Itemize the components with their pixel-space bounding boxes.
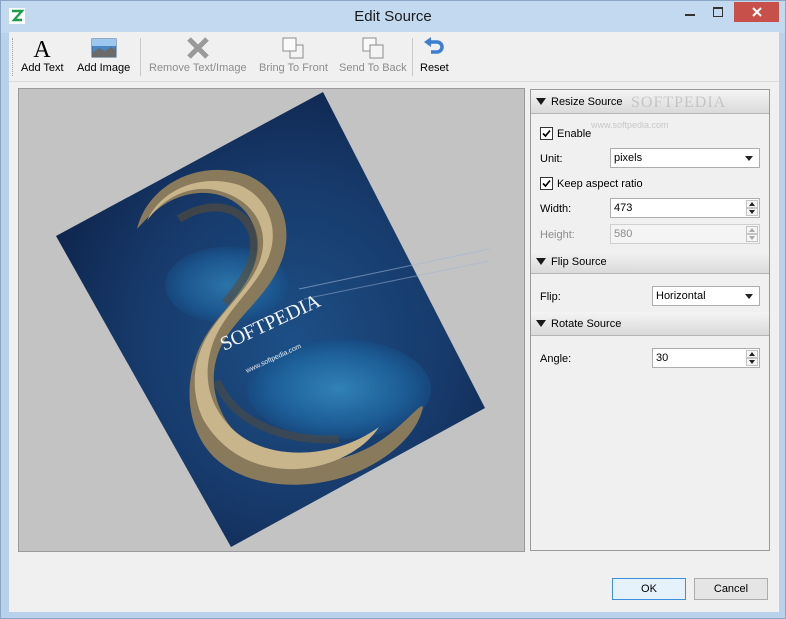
width-label: Width: [540, 203, 572, 215]
add-text-label: Add Text [21, 62, 64, 74]
svg-text:A: A [34, 37, 52, 61]
width-spinbox[interactable]: 473 [610, 198, 760, 218]
spin-down-icon[interactable] [746, 234, 758, 242]
bring-to-front-label: Bring To Front [259, 62, 328, 74]
checkmark-icon [542, 179, 551, 188]
height-value: 580 [614, 228, 633, 240]
undo-icon [424, 37, 445, 54]
spin-up-icon[interactable] [746, 350, 758, 358]
minimize-icon [685, 14, 695, 16]
spin-up-icon[interactable] [746, 226, 758, 234]
enable-checkbox[interactable] [540, 127, 553, 140]
collapse-triangle-icon [536, 258, 546, 265]
checkmark-icon [542, 129, 551, 138]
flip-value: Horizontal [656, 290, 706, 302]
send-to-back-button[interactable]: Send To Back [339, 34, 407, 80]
send-to-back-label: Send To Back [339, 62, 407, 74]
flip-section-title: Flip Source [551, 255, 607, 268]
bring-to-front-button[interactable]: Bring To Front [259, 34, 328, 80]
keep-aspect-label: Keep aspect ratio [557, 177, 643, 190]
unit-label: Unit: [540, 153, 563, 165]
toolbar-separator [140, 38, 141, 76]
remove-label: Remove Text/Image [149, 62, 247, 74]
toolbar: A Add Text Add Image Remove Text/Image B… [9, 32, 779, 82]
maximize-button[interactable] [705, 2, 731, 22]
toolbar-grip[interactable] [12, 38, 15, 76]
preview-canvas[interactable]: SOFTPEDIA www.softpedia.com [18, 88, 525, 552]
watermark-text: SOFTPEDIA [631, 94, 727, 111]
keep-aspect-checkbox[interactable] [540, 177, 553, 190]
window-title: Edit Source [354, 8, 432, 25]
image-icon [91, 38, 117, 58]
close-icon [751, 7, 762, 17]
delete-icon [187, 37, 209, 59]
text-icon: A [34, 37, 52, 61]
collapse-triangle-icon [536, 320, 546, 327]
dropdown-arrow-icon [745, 156, 753, 161]
angle-label: Angle: [540, 353, 572, 365]
collapse-triangle-icon [536, 98, 546, 105]
watermark-url: www.softpedia.com [591, 120, 669, 130]
properties-panel: Resize Source SOFTPEDIA www.softpedia.co… [530, 89, 770, 551]
angle-spinbox[interactable]: 30 [652, 348, 760, 368]
height-label: Height: [540, 229, 575, 241]
dropdown-arrow-icon [745, 294, 753, 299]
add-image-label: Add Image [77, 62, 131, 74]
edit-source-window: Edit Source A Add Text Add Image Remove … [0, 0, 786, 619]
enable-label: Enable [557, 127, 592, 140]
keep-aspect-row[interactable]: Keep aspect ratio [540, 177, 643, 190]
add-image-button[interactable]: Add Image [77, 34, 130, 80]
resize-section-title: Resize Source [551, 95, 623, 108]
bring-to-front-icon [282, 37, 304, 59]
dialog-client: A Add Text Add Image Remove Text/Image B… [9, 32, 779, 612]
rotate-section-header[interactable]: Rotate Source [531, 312, 769, 336]
unit-value: pixels [614, 152, 643, 164]
toolbar-separator [412, 38, 413, 76]
ok-button[interactable]: OK [612, 578, 686, 600]
remove-button[interactable]: Remove Text/Image [149, 34, 247, 80]
flip-label: Flip: [540, 291, 561, 303]
add-text-button[interactable]: A Add Text [21, 34, 64, 80]
flip-section-header[interactable]: Flip Source [531, 250, 769, 274]
spin-down-icon[interactable] [746, 358, 758, 366]
width-value: 473 [614, 202, 633, 214]
send-to-back-icon [362, 37, 384, 59]
maximize-icon [713, 7, 723, 17]
reset-button[interactable]: Reset [420, 34, 449, 80]
close-button[interactable] [734, 2, 779, 22]
spin-up-icon[interactable] [746, 200, 758, 208]
cancel-button[interactable]: Cancel [694, 578, 768, 600]
height-spinbox[interactable]: 580 [610, 224, 760, 244]
rotate-section-title: Rotate Source [551, 317, 622, 330]
flip-select[interactable]: Horizontal [652, 286, 760, 306]
unit-select[interactable]: pixels [610, 148, 760, 168]
minimize-button[interactable] [677, 2, 703, 22]
enable-checkbox-row[interactable]: Enable [540, 127, 591, 140]
spin-down-icon[interactable] [746, 208, 758, 216]
title-bar[interactable]: Edit Source [1, 1, 785, 33]
rotated-source-image[interactable]: SOFTPEDIA www.softpedia.com [19, 89, 525, 552]
angle-value: 30 [656, 352, 669, 364]
reset-label: Reset [420, 62, 449, 74]
